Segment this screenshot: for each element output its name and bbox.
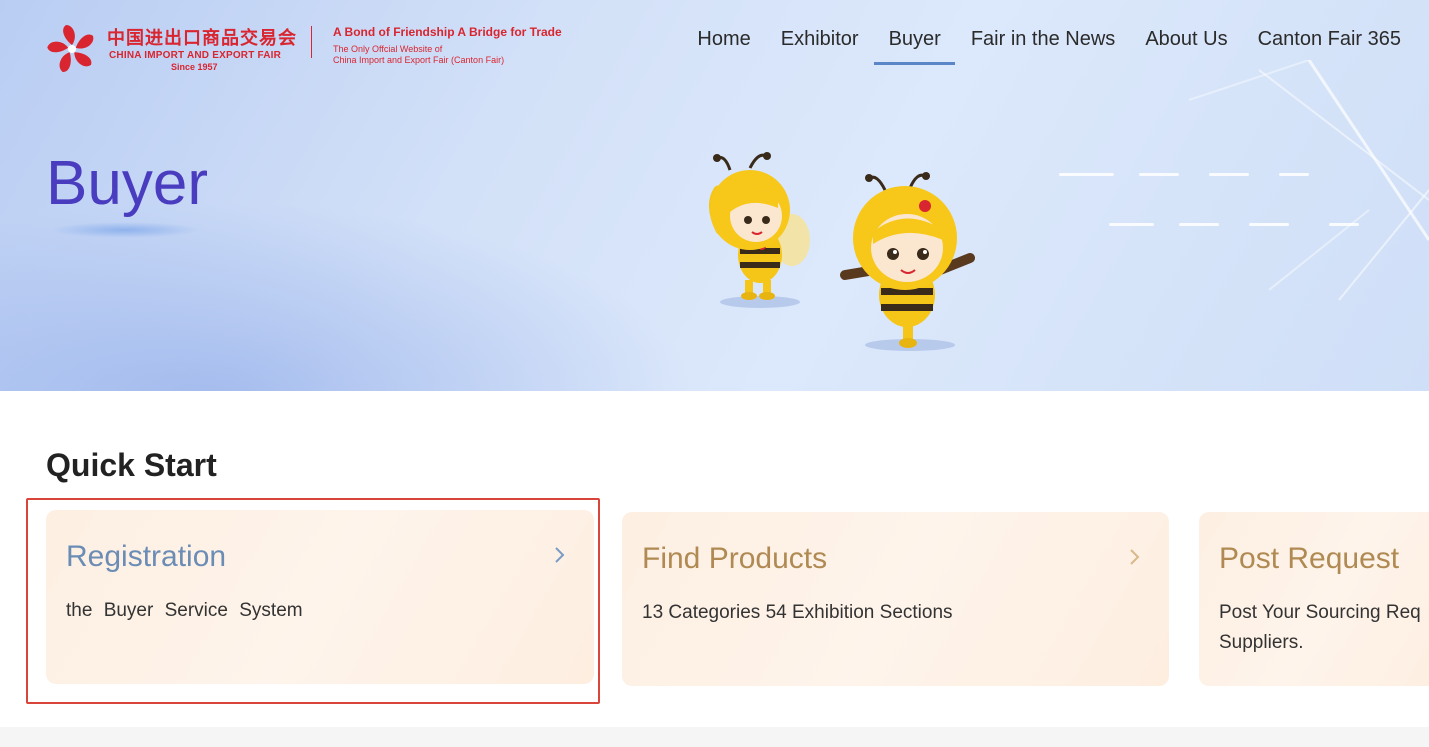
canton-fair-logo[interactable]: 中国进出口商品交易会 CHINA IMPORT AND EXPORT FAIR … (45, 20, 565, 76)
card-description: the Buyer Service System (66, 600, 303, 621)
nav-home[interactable]: Home (697, 28, 750, 65)
card-title: Find Products (642, 542, 828, 575)
logo-english-name: CHINA IMPORT AND EXPORT FAIR (109, 50, 282, 61)
card-find-products[interactable]: Find Products 13 Categories 54 Exhibitio… (622, 512, 1169, 686)
card-registration[interactable]: Registration the Buyer Service System (46, 510, 594, 684)
card-description: 13 Categories 54 Exhibition Sections (642, 602, 953, 623)
logo-slogan: A Bond of Friendship A Bridge for Trade (333, 25, 562, 39)
nav-exhibitor[interactable]: Exhibitor (781, 28, 859, 65)
card-post-request[interactable]: Post Request Post Your Sourcing Req Supp… (1199, 512, 1429, 686)
card-title: Post Request (1219, 542, 1400, 575)
card-description-line1: Post Your Sourcing Req (1219, 602, 1421, 623)
chevron-right-icon[interactable] (548, 544, 570, 566)
bottom-strip (0, 727, 1429, 747)
card-title: Registration (66, 540, 227, 573)
nav-canton-fair-365[interactable]: Canton Fair 365 (1258, 28, 1401, 65)
title-underglow (50, 222, 200, 238)
logo-since: Since 1957 (171, 62, 218, 72)
bee-mascot-icon (840, 172, 975, 351)
card-description: Post Your Sourcing Req Suppliers. (1219, 598, 1421, 658)
nav-buyer[interactable]: Buyer (873, 28, 956, 65)
chevron-right-icon[interactable] (1123, 546, 1145, 568)
page-title: Buyer (46, 149, 208, 218)
hero-light-streaks (1009, 60, 1429, 391)
nav-fair-in-the-news[interactable]: Fair in the News (971, 28, 1116, 65)
card-description-line2: Suppliers. (1219, 632, 1304, 653)
canton-fair-flower-icon (47, 25, 94, 72)
nav-about-us[interactable]: About Us (1145, 28, 1227, 65)
quick-start-heading: Quick Start (46, 447, 217, 483)
hero-banner: 中国进出口商品交易会 CHINA IMPORT AND EXPORT FAIR … (0, 0, 1429, 391)
main-nav: Home Exhibitor Buyer Fair in the News Ab… (697, 28, 1401, 65)
logo-chinese-name: 中国进出口商品交易会 (107, 28, 297, 49)
logo-subtitle-2: China Import and Export Fair (Canton Fai… (333, 55, 505, 65)
bee-mascot-icon (709, 152, 810, 308)
logo-subtitle-1: The Only Offcial Website of (333, 44, 443, 54)
logo-divider (311, 26, 312, 58)
